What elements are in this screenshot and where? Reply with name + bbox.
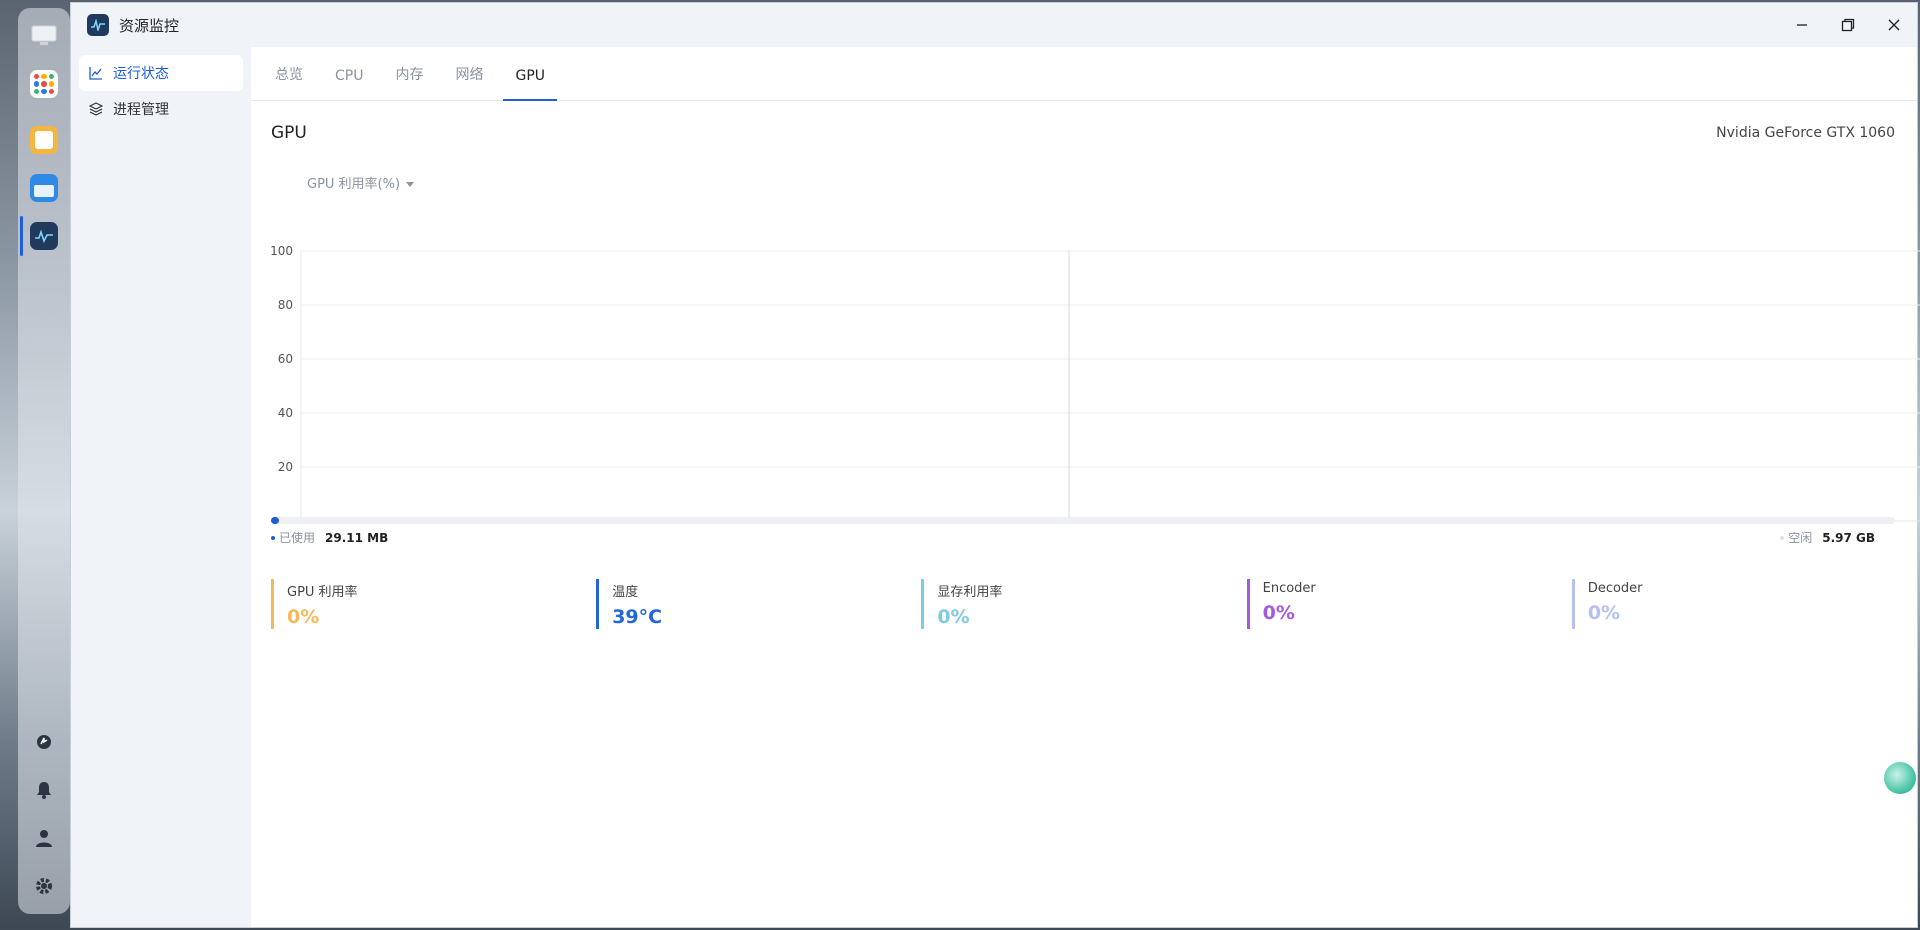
tab-cpu[interactable]: CPU	[323, 68, 375, 100]
minimize-button[interactable]	[1779, 3, 1825, 47]
stat-label: Decoder	[1587, 581, 1643, 596]
vram-used-label: 已使用	[279, 531, 316, 545]
main-panel: 总览 CPU 内存 网络 GPU GPU Nvidia GeForce GTX …	[251, 47, 1920, 927]
stat-label: 显存利用率	[937, 585, 1003, 600]
window-title: 资源监控	[119, 16, 180, 35]
vram-free-value: 5.97 GB	[1822, 530, 1875, 545]
stat-value: 0%	[1587, 602, 1621, 624]
line-chart-icon	[89, 67, 102, 80]
gpu-stats: GPU 利用率 0% 温度 39°C 显存利用率 0% Encoder 0% D…	[271, 579, 1897, 629]
y-tick-label: 100	[270, 244, 293, 258]
y-tick-label: 60	[278, 352, 293, 366]
dock-network-icon[interactable]	[24, 722, 64, 762]
dock-resource-monitor-icon[interactable]	[20, 216, 64, 256]
window-controls	[1779, 3, 1917, 47]
titlebar: 资源监控	[71, 3, 1917, 47]
stat-encoder: Encoder 0%	[1246, 579, 1572, 629]
metric-dropdown[interactable]: GPU 利用率(%)	[307, 173, 415, 192]
dock-monitor-icon[interactable]	[24, 16, 64, 56]
stat-label: Encoder	[1262, 581, 1316, 596]
dock-user-icon[interactable]	[24, 818, 64, 858]
dock-settings-icon[interactable]	[24, 866, 64, 906]
vram-usage-bar	[271, 517, 1895, 524]
minimize-icon	[1797, 24, 1807, 26]
vram-free-label: 空闲	[1788, 531, 1813, 545]
gpu-usage-chart: 100 80 60 40 20	[270, 244, 1920, 522]
dock-notes-icon[interactable]	[24, 120, 64, 160]
chart-frame	[300, 250, 1920, 522]
dock	[18, 8, 70, 914]
resource-monitor-app-icon	[87, 14, 109, 36]
tab-overview[interactable]: 总览	[263, 64, 315, 100]
dock-bottom	[24, 714, 64, 906]
restore-icon	[1841, 18, 1855, 32]
sidebar: 运行状态 进程管理	[71, 47, 251, 927]
stat-value: 0%	[1262, 602, 1295, 624]
used-dot-icon	[271, 535, 275, 540]
tab-network[interactable]: 网络	[443, 64, 495, 100]
stat-decoder: Decoder 0%	[1571, 579, 1897, 629]
gpu-model: Nvidia GeForce GTX 1060	[1716, 125, 1895, 141]
dock-files-icon[interactable]	[24, 168, 64, 208]
section-title: GPU	[271, 123, 307, 143]
vram-used: 已使用 29.11 MB	[271, 529, 388, 546]
vram-free: 空闲 5.97 GB	[1780, 529, 1875, 546]
stat-label: 温度	[612, 585, 639, 600]
tab-bar: 总览 CPU 内存 网络 GPU	[251, 47, 1917, 101]
stat-value: 39°C	[612, 606, 663, 628]
sidebar-item-label: 进程管理	[113, 102, 169, 118]
sidebar-item-processes[interactable]: 进程管理	[79, 91, 243, 127]
y-tick-label: 40	[278, 406, 293, 420]
stat-value: 0%	[287, 606, 320, 628]
maximize-button[interactable]	[1825, 3, 1871, 47]
floating-assistant-icon[interactable]	[1884, 762, 1916, 794]
stat-vram-usage: 显存利用率 0%	[921, 579, 1246, 629]
resource-monitor-window: 资源监控 运行状态 进程管理 总览 CPU 内存 网络 GPU GPU Nvid…	[70, 2, 1920, 928]
tab-memory[interactable]: 内存	[383, 64, 435, 100]
vram-used-value: 29.11 MB	[325, 530, 389, 545]
caret-down-icon	[406, 182, 415, 187]
close-button[interactable]	[1871, 3, 1917, 47]
stat-value: 0%	[937, 606, 970, 628]
stat-temperature: 温度 39°C	[596, 579, 921, 629]
stat-gpu-usage: GPU 利用率 0%	[271, 579, 596, 629]
y-tick-label: 80	[278, 298, 293, 312]
tab-gpu[interactable]: GPU	[503, 68, 557, 101]
sidebar-item-status[interactable]: 运行状态	[79, 55, 243, 91]
close-icon	[1888, 19, 1900, 31]
layers-icon	[89, 102, 103, 116]
vram-usage-fill	[271, 517, 280, 524]
section-header: GPU Nvidia GeForce GTX 1060	[251, 101, 1917, 157]
sidebar-item-label: 运行状态	[113, 66, 169, 82]
free-dot-icon	[1780, 535, 1785, 540]
metric-dropdown-value: GPU 利用率(%)	[307, 177, 401, 192]
dock-app-center-icon[interactable]	[24, 64, 64, 104]
y-tick-label: 20	[278, 460, 293, 474]
stat-label: GPU 利用率	[287, 585, 358, 600]
dock-bell-icon[interactable]	[24, 770, 64, 810]
